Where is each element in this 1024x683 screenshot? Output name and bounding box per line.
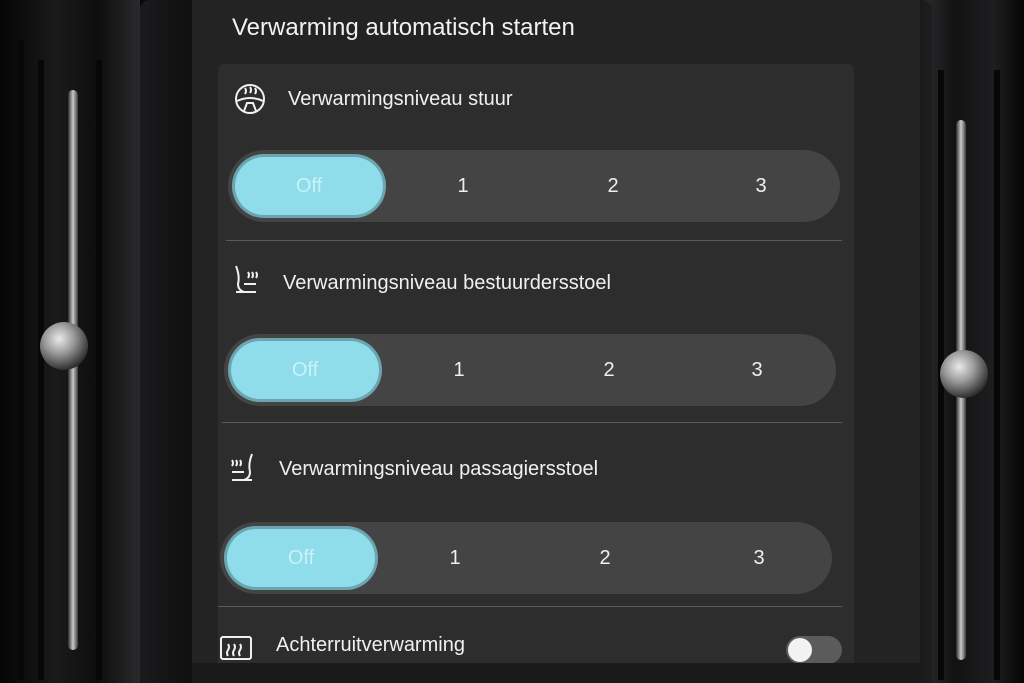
steering-level-1-option[interactable]: 1 (386, 154, 540, 218)
vent-blade[interactable] (68, 90, 78, 650)
vent-slat (994, 70, 1000, 680)
driver-seat-level-off-option[interactable]: Off (228, 338, 382, 402)
steering-level-2-option[interactable]: 2 (536, 154, 690, 218)
section-label-driver-seat: Verwarmingsniveau bestuurdersstoel (283, 272, 611, 294)
passenger-seat-level-3-option[interactable]: 3 (682, 526, 836, 590)
rear-window-defrost-icon (218, 630, 254, 666)
rear-defrost-toggle[interactable] (786, 636, 842, 664)
vent-slat (38, 60, 44, 680)
vent-slat (18, 40, 24, 680)
toggle-knob (788, 638, 812, 662)
steering-wheel-heat-icon (232, 80, 268, 116)
driver-seat-level-3-option[interactable]: 3 (680, 338, 834, 402)
driver-seat-level-2-option[interactable]: 2 (532, 338, 686, 402)
passenger-seat-level-1-option[interactable]: 1 (378, 526, 532, 590)
vent-slat (96, 60, 102, 680)
section-divider (222, 422, 842, 423)
passenger-seat-heat-icon (224, 450, 260, 486)
left-air-vent (0, 0, 140, 683)
vent-adjust-knob[interactable] (40, 322, 88, 370)
passenger-seat-heat-level-selector[interactable]: Off 1 2 3 (220, 522, 832, 594)
section-label-steering: Verwarmingsniveau stuur (288, 88, 513, 110)
steering-level-off-option[interactable]: Off (232, 154, 386, 218)
screen-bottom-edge (192, 663, 920, 683)
section-label-passenger-seat: Verwarmingsniveau passagiersstoel (279, 458, 599, 480)
right-air-vent (924, 0, 1024, 683)
rear-defrost-label: Achterruitverwarming (276, 634, 465, 656)
passenger-seat-level-off-option[interactable]: Off (224, 526, 378, 590)
steering-heat-level-selector[interactable]: Off 1 2 3 (228, 150, 840, 222)
section-divider (218, 606, 842, 607)
settings-panel: Verwarmingsniveau stuur Off 1 2 3 Verwar… (218, 64, 854, 683)
driver-seat-heat-level-selector[interactable]: Off 1 2 3 (224, 334, 836, 406)
driver-seat-heat-icon (228, 262, 264, 298)
steering-level-3-option[interactable]: 3 (684, 154, 838, 218)
infotainment-screen: Verwarming automatisch starten Verwarmin… (192, 0, 920, 683)
passenger-seat-level-2-option[interactable]: 2 (528, 526, 682, 590)
section-divider (226, 240, 842, 241)
vent-adjust-knob[interactable] (940, 350, 988, 398)
driver-seat-level-1-option[interactable]: 1 (382, 338, 536, 402)
page-title: Verwarming automatisch starten (232, 14, 575, 41)
